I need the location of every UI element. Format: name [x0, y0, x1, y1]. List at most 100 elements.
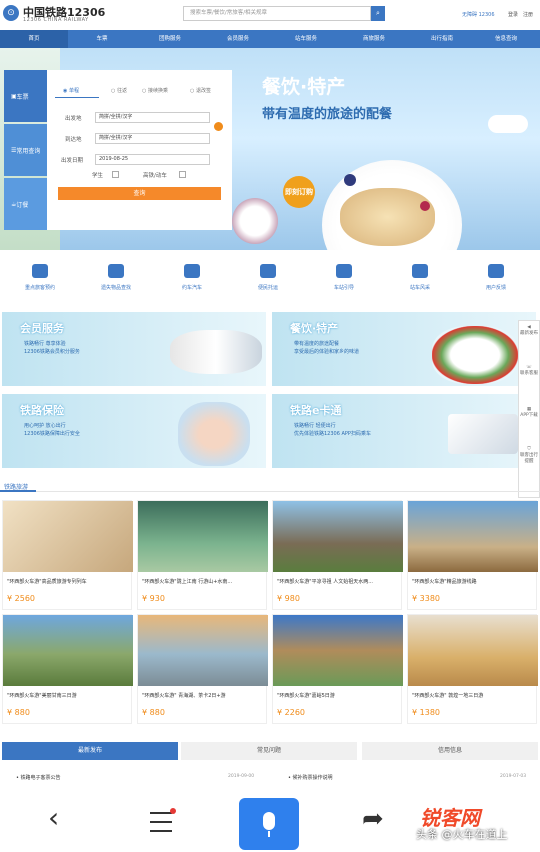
register-link[interactable]: 注册: [523, 11, 533, 18]
trip-type-transfer[interactable]: ○ 接续换乘: [142, 87, 168, 94]
blueberry-image: [344, 174, 356, 186]
booking-side-tabs: ▣ 车票 ☰ 常用查询 ☕ 订餐: [4, 70, 47, 250]
share-icon[interactable]: ➦: [362, 804, 384, 834]
tab-credit[interactable]: 信用信息: [362, 742, 538, 760]
trip-type-single[interactable]: ◉ 单程: [63, 87, 79, 94]
nav-business[interactable]: 商旅服务: [340, 30, 408, 48]
swap-stations-icon[interactable]: [214, 122, 223, 131]
cloud-image: [488, 115, 528, 133]
section-divider: [0, 491, 540, 492]
chat-icon: [488, 264, 504, 278]
nav-station[interactable]: 站车服务: [272, 30, 340, 48]
tab-latest[interactable]: 最新发布: [2, 742, 178, 760]
news-item[interactable]: • 铁路电子客票公告: [16, 774, 61, 781]
to-label: 到达地: [65, 137, 82, 143]
quick-link-feedback[interactable]: 用户反馈: [470, 264, 522, 291]
nav-home[interactable]: 首页: [0, 30, 68, 48]
from-input[interactable]: 简拼/全拼/汉字: [95, 112, 210, 123]
query-button[interactable]: 查询: [58, 187, 221, 200]
building-icon: [412, 264, 428, 278]
signpost-icon: [336, 264, 352, 278]
promo-ecard[interactable]: 铁路e卡通 铁路畅行 轻便出行 优先体验铁路12306 APP扫码乘车: [272, 394, 536, 468]
dumplings-image: [432, 326, 518, 384]
quick-link-car[interactable]: 约车汽车: [166, 264, 218, 291]
hero-subtitle: 带有温度的旅途的配餐: [262, 107, 393, 122]
lake-image: [138, 615, 268, 686]
tour-card[interactable]: "环西部火车游" 敦煌一地三日游 ¥ 1380: [407, 614, 538, 724]
trip-type-return[interactable]: ○ 往返: [111, 87, 127, 94]
site-header: ⊙ 中国铁路12306 12306 CHINA RAILWAY 搜索车票/餐饮/…: [0, 0, 540, 30]
tour-card[interactable]: "环西部火车游"陇上江南 行游山+水南... ¥ 930: [137, 500, 268, 610]
tab-tickets[interactable]: ▣ 车票: [4, 70, 47, 122]
quick-link-station-style[interactable]: 站车风采: [394, 264, 446, 291]
tour-card[interactable]: "环西部火车游"嘉峪5日游 ¥ 2260: [272, 614, 403, 724]
promo-member[interactable]: 会员服务 铁路畅行 尊享体验 12306铁路会员积分服务: [2, 312, 266, 386]
voice-button[interactable]: [239, 798, 299, 850]
quick-link-lost-items[interactable]: 遗失物品查找: [90, 264, 142, 291]
tour-card[interactable]: "环西部火车游"美丽甘南三日游 ¥ 880: [2, 614, 133, 724]
tour-card[interactable]: "环西部火车游" 青海湖、茶卡2日+游 ¥ 880: [137, 614, 268, 724]
mangosteen-image: [232, 198, 278, 244]
section-underline: [0, 490, 36, 492]
nav-tickets[interactable]: 车票: [68, 30, 136, 48]
rail-app-download[interactable]: ▦ APP下载: [519, 407, 539, 419]
tour-card[interactable]: "环西部火车游"高品质旅游专列列车 ¥ 2560: [2, 500, 133, 610]
news-item[interactable]: • 候补购票操作说明: [288, 774, 333, 781]
to-input[interactable]: 简拼/全拼/汉字: [95, 133, 210, 144]
promo-insurance[interactable]: 铁路保险 用心呵护 放心出行 12306铁路保障出行安全: [2, 394, 266, 468]
quick-link-priority-passenger[interactable]: 重点旅客预约: [14, 264, 66, 291]
shield-icon: ⛉: [527, 447, 531, 452]
watermark-text: 头条 @火车在道上: [416, 828, 508, 841]
tour-card[interactable]: "环西部火车游"平凉寻祖 人文始祖天水两... ¥ 980: [272, 500, 403, 610]
search-icon[interactable]: ⌕: [371, 6, 385, 21]
railway-logo-icon[interactable]: ⊙: [3, 5, 19, 21]
browser-bottom-bar: ‹ ➦ 锐客网 头条 @火车在道上: [0, 790, 540, 852]
quick-link-shipping[interactable]: 便民托运: [242, 264, 294, 291]
quick-links: 重点旅客预约 遗失物品查找 约车汽车 便民托运 车站引导 站车风采 用户反馈: [0, 250, 540, 308]
login-link[interactable]: 登录: [508, 11, 518, 18]
rail-service[interactable]: ☏ 联系客服: [519, 365, 539, 377]
microphone-icon: [263, 812, 275, 830]
from-label: 出发地: [65, 116, 82, 122]
right-float-rail: ◀ 最新发布 ☏ 联系客服 ▦ APP下载 ⛉ 联客出行提醒: [518, 320, 540, 498]
trip-type-refund[interactable]: ○ 退改签: [190, 87, 211, 94]
tab-order-food[interactable]: ☕ 订餐: [4, 178, 47, 230]
map-image: [3, 501, 133, 572]
rail-latest[interactable]: ◀ 最新发布: [519, 325, 539, 337]
student-checkbox[interactable]: [112, 171, 119, 178]
luggage-icon: [260, 264, 276, 278]
highspeed-checkbox[interactable]: [179, 171, 186, 178]
desert-image: [408, 615, 538, 686]
ticket-search-form: ◉ 单程 ○ 往返 ○ 接续换乘 ○ 退改签 出发地 简拼/全拼/汉字 到达地 …: [47, 70, 232, 230]
date-label: 出发日期: [61, 158, 84, 164]
tab-common-query[interactable]: ☰ 常用查询: [4, 124, 47, 176]
menu-icon[interactable]: [150, 812, 172, 839]
accessibility-link[interactable]: 无障碍 12306: [462, 11, 495, 18]
highspeed-label: 高铁/动车: [143, 173, 167, 179]
garden-image: [138, 501, 268, 572]
quick-link-station-guide[interactable]: 车站引导: [318, 264, 370, 291]
rail-reminder[interactable]: ⛉ 联客出行提醒: [519, 447, 539, 465]
tab-faq[interactable]: 常见问题: [181, 742, 357, 760]
tour-card[interactable]: "环西部火车游"精品旅游线路 ¥ 3380: [407, 500, 538, 610]
date-input[interactable]: 2019-08-25: [95, 154, 210, 165]
back-icon[interactable]: ‹: [48, 804, 59, 832]
logo-subtitle: 12306 CHINA RAILWAY: [23, 17, 89, 23]
fish-dish-image: [340, 188, 435, 246]
hero-title: 餐饮·特产: [262, 76, 346, 98]
nav-member[interactable]: 会员服务: [204, 30, 272, 48]
promo-grid: 会员服务 铁路畅行 尊享体验 12306铁路会员积分服务 餐饮·特产 带有温度的旅…: [0, 310, 540, 472]
briefcase-icon: [108, 264, 124, 278]
search-input[interactable]: 搜索车票/餐饮/常旅客/相关规章: [183, 6, 371, 21]
promo-catering[interactable]: 餐饮·特产 带有温度的旅途配餐 享受最后的体验和家乡的味道: [272, 312, 536, 386]
qrcode-icon: ▦: [526, 407, 532, 412]
car-icon: [184, 264, 200, 278]
nav-group[interactable]: 团购服务: [136, 30, 204, 48]
nav-info[interactable]: 信息查询: [472, 30, 540, 48]
order-now-badge[interactable]: 即刻订购: [283, 176, 315, 208]
megaphone-icon: ◀: [527, 325, 531, 330]
nav-guide[interactable]: 出行指南: [408, 30, 476, 48]
train-image: [170, 330, 262, 374]
main-nav: 首页 车票 团购服务 会员服务 站车服务 商旅服务 出行指南 信息查询: [0, 30, 540, 48]
news-date: 2019-07-03: [500, 774, 527, 779]
